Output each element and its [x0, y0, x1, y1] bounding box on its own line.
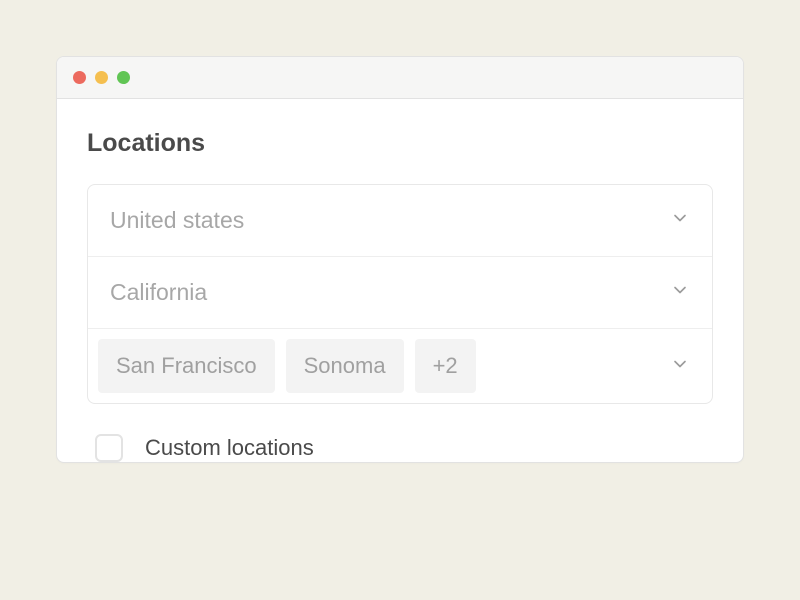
- window-titlebar: [57, 57, 743, 99]
- maximize-icon[interactable]: [117, 71, 130, 84]
- cities-chips: San Francisco Sonoma +2: [98, 339, 476, 393]
- country-select-label: United states: [110, 207, 244, 234]
- chevron-down-icon: [670, 354, 690, 379]
- chevron-down-icon: [670, 208, 690, 233]
- checkbox-icon[interactable]: [95, 434, 123, 462]
- minimize-icon[interactable]: [95, 71, 108, 84]
- custom-locations-label: Custom locations: [145, 435, 314, 461]
- city-chip[interactable]: Sonoma: [286, 339, 404, 393]
- settings-window: Locations United states California San F…: [56, 56, 744, 463]
- country-select[interactable]: United states: [88, 185, 712, 257]
- cities-select[interactable]: San Francisco Sonoma +2: [88, 329, 712, 403]
- window-content: Locations United states California San F…: [57, 99, 743, 462]
- city-overflow-chip[interactable]: +2: [415, 339, 476, 393]
- location-select-group: United states California San Francisco S…: [87, 184, 713, 404]
- state-select-label: California: [110, 279, 207, 306]
- state-select[interactable]: California: [88, 257, 712, 329]
- close-icon[interactable]: [73, 71, 86, 84]
- section-title: Locations: [87, 129, 713, 158]
- custom-locations-checkbox[interactable]: Custom locations: [87, 434, 713, 462]
- chevron-down-icon: [670, 280, 690, 305]
- city-chip[interactable]: San Francisco: [98, 339, 275, 393]
